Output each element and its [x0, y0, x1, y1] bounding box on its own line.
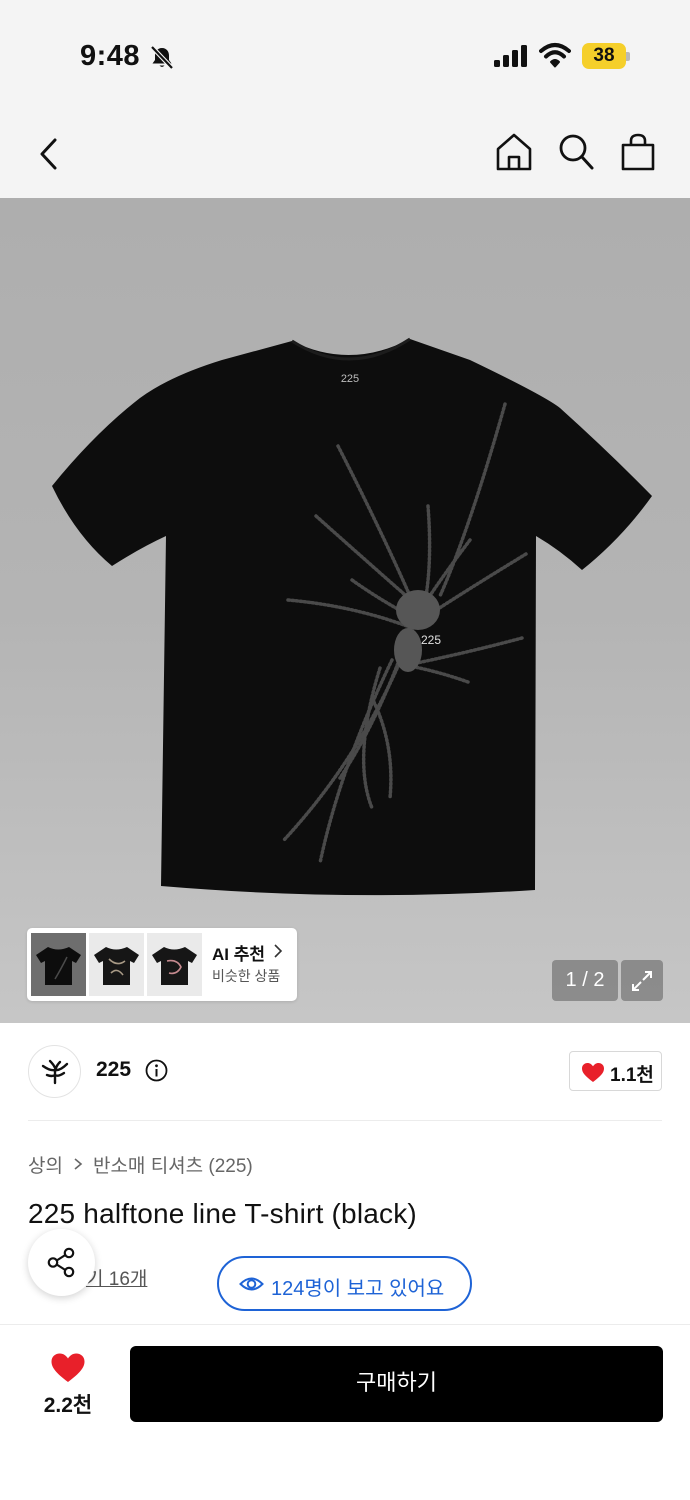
viewers-text: 124명이 보고 있어요	[271, 1278, 445, 1300]
home-icon[interactable]	[494, 132, 534, 172]
tshirt-graphic: 225 225	[52, 337, 652, 896]
wifi-icon	[539, 43, 571, 68]
info-icon[interactable]	[145, 1059, 168, 1082]
product-title: 225 halftone line T-shirt (black)	[28, 1198, 417, 1229]
product-like-count: 2.2천	[43, 1394, 93, 1417]
viewers-badge: 124명이 보고 있어요	[217, 1256, 472, 1311]
brand-logo-icon	[41, 1059, 69, 1085]
section-divider	[28, 1120, 662, 1121]
collar-label: 225	[341, 373, 359, 385]
breadcrumb-category[interactable]: 상의	[28, 1151, 63, 1178]
print-label: 225	[421, 633, 441, 647]
brand-logo[interactable]	[28, 1045, 81, 1098]
product-image-gallery[interactable]: 225 225 AI 추천 비슷한 상품 1 / 2	[0, 198, 690, 1023]
bell-slash-icon	[150, 45, 174, 70]
buy-button[interactable]: 구매하기	[130, 1346, 663, 1422]
battery-level: 38	[593, 45, 615, 66]
thumb-shirt-image	[36, 947, 81, 985]
eye-icon	[239, 1277, 264, 1291]
heart-icon[interactable]	[50, 1352, 86, 1384]
expand-icon	[632, 971, 652, 991]
shopping-bag-icon[interactable]	[620, 132, 656, 172]
search-icon[interactable]	[557, 132, 595, 172]
battery-tip	[626, 52, 630, 61]
breadcrumb: 상의 반소매 티셔츠 (225)	[28, 1151, 253, 1177]
share-icon	[47, 1247, 75, 1278]
chevron-left-icon[interactable]	[34, 134, 64, 174]
ai-recommend-thumb[interactable]	[31, 933, 86, 996]
breadcrumb-subcategory[interactable]: 반소매 티셔츠 (225)	[93, 1151, 253, 1178]
product-image: 225 225	[52, 337, 652, 896]
thumb-shirt-image	[94, 947, 139, 985]
signal-icon	[494, 45, 527, 67]
ai-recommend-subtitle: 비슷한 상품	[212, 968, 281, 984]
chevron-right-icon	[74, 1158, 83, 1170]
thumb-shirt-image	[152, 947, 197, 985]
ai-recommend-card[interactable]: AI 추천 비슷한 상품	[27, 928, 297, 1001]
share-button[interactable]	[28, 1229, 95, 1296]
battery-icon: 38	[582, 43, 630, 69]
status-bar: 9:48 38	[0, 0, 690, 110]
nav-bar	[0, 110, 690, 198]
chevron-right-icon	[274, 944, 283, 958]
brand-like-count: 1.1천	[610, 1065, 654, 1086]
bottom-action-bar: 2.2천 구매하기	[0, 1324, 690, 1500]
ai-recommend-thumb[interactable]	[89, 933, 144, 996]
brand-name[interactable]: 225	[96, 1058, 131, 1082]
heart-icon	[582, 1063, 604, 1082]
brand-like-button[interactable]: 1.1천	[569, 1051, 662, 1091]
status-time: 9:48	[80, 40, 141, 72]
image-page-counter: 1 / 2	[552, 960, 618, 1001]
ai-recommend-thumb[interactable]	[147, 933, 202, 996]
ai-recommend-title: AI 추천	[212, 945, 266, 964]
expand-image-button[interactable]	[621, 960, 663, 1001]
review-count-text: 기 16개	[86, 1269, 148, 1290]
